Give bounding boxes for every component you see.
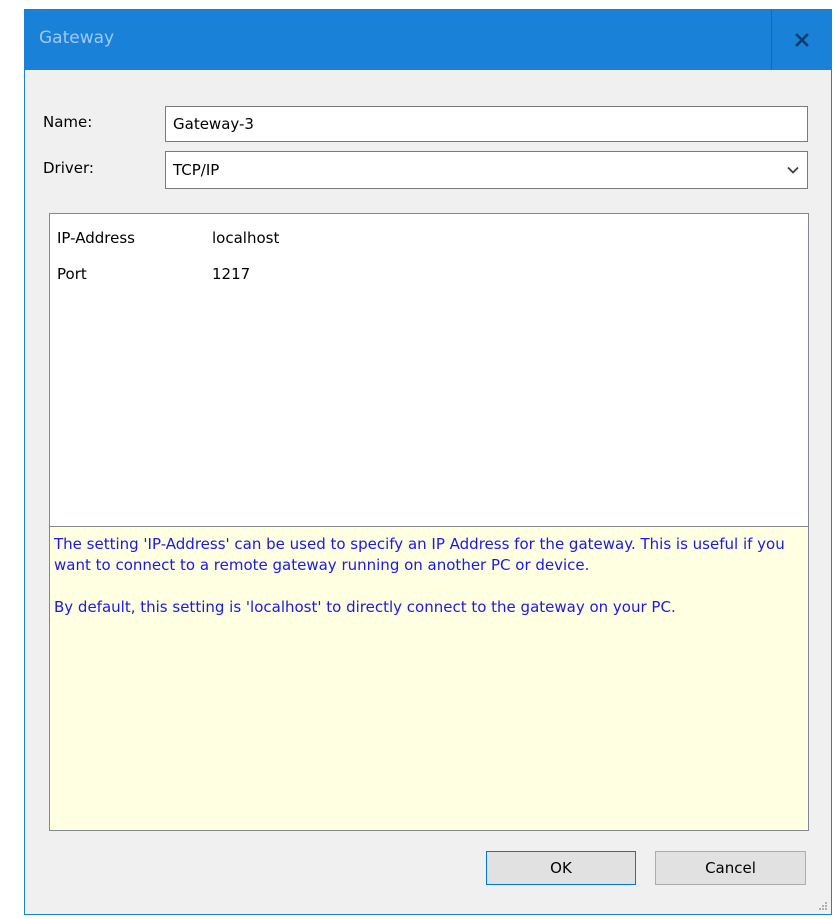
resize-grip-icon[interactable] bbox=[818, 901, 828, 911]
property-row-port[interactable]: Port 1217 bbox=[50, 261, 808, 291]
driver-select-value: TCP/IP bbox=[173, 161, 220, 179]
name-label: Name: bbox=[43, 113, 93, 131]
close-icon bbox=[794, 33, 809, 47]
property-value: localhost bbox=[212, 229, 280, 247]
property-name: IP-Address bbox=[57, 229, 135, 247]
name-field-value: Gateway-3 bbox=[173, 115, 254, 133]
name-field[interactable]: Gateway-3 bbox=[165, 106, 808, 142]
property-grid[interactable]: IP-Address localhost Port 1217 bbox=[49, 213, 809, 527]
driver-label: Driver: bbox=[43, 159, 94, 177]
ok-button[interactable]: OK bbox=[486, 851, 636, 885]
chevron-down-icon bbox=[787, 166, 799, 174]
title-bar[interactable]: Gateway bbox=[25, 10, 831, 70]
help-paragraph-2: By default, this setting is 'localhost' … bbox=[54, 598, 676, 616]
cancel-button[interactable]: Cancel bbox=[655, 851, 806, 885]
property-row-ip-address[interactable]: IP-Address localhost bbox=[50, 225, 808, 255]
close-button[interactable] bbox=[771, 10, 831, 70]
help-description-panel: The setting 'IP-Address' can be used to … bbox=[49, 526, 809, 831]
property-name: Port bbox=[57, 265, 87, 283]
help-paragraph-1: The setting 'IP-Address' can be used to … bbox=[54, 535, 785, 574]
driver-select[interactable]: TCP/IP bbox=[165, 151, 808, 189]
gateway-dialog: Gateway Name: Gateway-3 Driver: TCP/IP I… bbox=[24, 9, 832, 915]
property-value: 1217 bbox=[212, 265, 251, 283]
dialog-title: Gateway bbox=[39, 28, 115, 48]
